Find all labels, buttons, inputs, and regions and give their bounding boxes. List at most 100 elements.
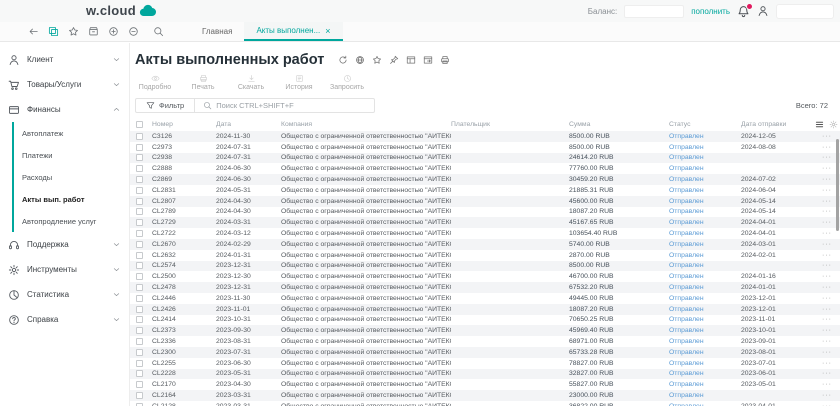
global-search-icon[interactable] [153, 22, 164, 41]
row-checkbox[interactable] [136, 370, 143, 377]
row-checkbox[interactable] [136, 327, 143, 334]
header-date[interactable]: Дата [216, 121, 281, 128]
row-menu-button[interactable]: ··· [815, 262, 840, 269]
vertical-scrollbar-thumb[interactable] [836, 139, 839, 231]
header-payer[interactable]: Плательщик [451, 121, 569, 128]
header-status[interactable]: Статус [669, 121, 741, 128]
header-number[interactable]: Номер [152, 121, 216, 128]
table-row[interactable]: CL23732023-09-30Общество с ограниченной … [130, 325, 840, 336]
row-menu-button[interactable]: ··· [815, 327, 840, 334]
row-checkbox[interactable] [136, 284, 143, 291]
toolbar-button-история[interactable]: История [276, 73, 322, 92]
row-menu-button[interactable]: ··· [815, 360, 840, 367]
printer-icon[interactable] [440, 55, 450, 65]
row-menu-button[interactable]: ··· [815, 381, 840, 388]
table-row[interactable]: C29382024-07-31Общество с ограниченной о… [130, 153, 840, 164]
row-checkbox[interactable] [136, 295, 143, 302]
tab-1[interactable]: Акты выполнен...× [244, 22, 342, 41]
row-menu-button[interactable]: ··· [815, 241, 840, 248]
table-row[interactable]: C31262024-11-30Общество с ограниченной о… [130, 131, 840, 142]
sidebar-item-инструменты[interactable]: Инструменты [0, 257, 129, 282]
sidebar-item-поддержка[interactable]: Поддержка [0, 232, 129, 257]
zoom-in-icon[interactable] [108, 26, 119, 37]
table-row[interactable]: C29732024-07-31Общество с ограниченной о… [130, 142, 840, 153]
tab-0[interactable]: Главная [190, 22, 244, 41]
row-menu-button[interactable]: ··· [815, 338, 840, 345]
zoom-out-icon[interactable] [128, 26, 139, 37]
table-row[interactable]: CL23362023-08-31Общество с ограниченной … [130, 336, 840, 347]
table-icon[interactable] [406, 55, 416, 65]
table-row[interactable]: CL25002023-12-30Общество с ограниченной … [130, 271, 840, 282]
topup-link[interactable]: пополнить [691, 7, 730, 16]
table-settings-gear-icon[interactable] [829, 120, 838, 129]
row-checkbox[interactable] [136, 176, 143, 183]
table-row[interactable]: CL23002023-07-31Общество с ограниченной … [130, 347, 840, 358]
refresh-icon[interactable] [338, 55, 348, 65]
table-row[interactable]: CL27892024-04-30Общество с ограниченной … [130, 207, 840, 218]
row-menu-button[interactable]: ··· [815, 284, 840, 291]
sidebar-subitem-автоплатеж[interactable]: Автоплатеж [14, 122, 129, 144]
row-menu-button[interactable]: ··· [815, 230, 840, 237]
row-checkbox[interactable] [136, 208, 143, 215]
sidebar-item-клиент[interactable]: Клиент [0, 47, 129, 72]
row-checkbox[interactable] [136, 381, 143, 388]
row-menu-button[interactable]: ··· [815, 349, 840, 356]
back-arrow-icon[interactable] [28, 26, 39, 37]
pin-icon[interactable] [389, 55, 399, 65]
star-icon[interactable] [372, 55, 382, 65]
row-checkbox[interactable] [136, 144, 143, 151]
sidebar-subitem-расходы[interactable]: Расходы [14, 166, 129, 188]
header-sent[interactable]: Дата отправки [741, 121, 815, 128]
table-row[interactable]: CL25742023-12-31Общество с ограниченной … [130, 261, 840, 272]
row-checkbox[interactable] [136, 392, 143, 399]
row-checkbox[interactable] [136, 316, 143, 323]
row-checkbox[interactable] [136, 262, 143, 269]
duplicate-tab-icon[interactable] [48, 26, 59, 37]
table-row[interactable]: CL28312024-05-31Общество с ограниченной … [130, 185, 840, 196]
sidebar-item-справка[interactable]: Справка [0, 307, 129, 332]
row-checkbox[interactable] [136, 230, 143, 237]
table-row[interactable]: CL21282023-03-31Общество с ограниченной … [130, 401, 840, 406]
row-menu-button[interactable]: ··· [815, 392, 840, 399]
table-row[interactable]: CL22552023-06-30Общество с ограниченной … [130, 358, 840, 369]
sidebar-subitem-акты-вып-работ[interactable]: Акты вып. работ [14, 188, 129, 210]
row-checkbox[interactable] [136, 338, 143, 345]
row-menu-button[interactable]: ··· [815, 306, 840, 313]
header-sum[interactable]: Сумма [569, 121, 669, 128]
table-search-input[interactable] [216, 101, 366, 110]
sidebar-item-финансы[interactable]: Финансы [0, 97, 129, 122]
table-row[interactable]: CL22282023-05-31Общество с ограниченной … [130, 369, 840, 380]
table-export-icon[interactable] [423, 55, 433, 65]
row-menu-button[interactable]: ··· [815, 316, 840, 323]
table-row[interactable]: C28692024-06-30Общество с ограниченной о… [130, 174, 840, 185]
table-row[interactable]: CL24462023-11-30Общество с ограниченной … [130, 293, 840, 304]
sidebar-subitem-автопродление-услуг[interactable]: Автопродление услуг [14, 210, 129, 232]
balance-value-field[interactable] [624, 5, 684, 18]
table-row[interactable]: CL26702024-02-29Общество с ограниченной … [130, 239, 840, 250]
user-name-field[interactable] [776, 4, 834, 19]
row-checkbox[interactable] [136, 165, 143, 172]
row-checkbox[interactable] [136, 154, 143, 161]
table-row[interactable]: CL21702023-04-30Общество с ограниченной … [130, 379, 840, 390]
table-row[interactable]: CL24262023-11-01Общество с ограниченной … [130, 304, 840, 315]
row-checkbox[interactable] [136, 187, 143, 194]
table-row[interactable]: CL24142023-10-31Общество с ограниченной … [130, 315, 840, 326]
table-row[interactable]: CL24782023-12-31Общество с ограниченной … [130, 282, 840, 293]
toolbar-button-подробно[interactable]: Подробно [132, 73, 178, 92]
table-view-toggle-icon[interactable] [815, 120, 824, 129]
toolbar-button-печать[interactable]: Печать [180, 73, 226, 92]
notifications-bell-icon[interactable] [737, 5, 750, 18]
sidebar-subitem-платежи[interactable]: Платежи [14, 144, 129, 166]
sidebar-item-товары-услуги[interactable]: Товары/Услуги [0, 72, 129, 97]
row-checkbox[interactable] [136, 133, 143, 140]
table-row[interactable]: CL26322024-01-31Общество с ограниченной … [130, 250, 840, 261]
toolbar-button-скачать[interactable]: Скачать [228, 73, 274, 92]
row-checkbox[interactable] [136, 241, 143, 248]
table-row[interactable]: CL28072024-04-30Общество с ограниченной … [130, 196, 840, 207]
table-row[interactable]: C28882024-06-30Общество с ограниченной о… [130, 163, 840, 174]
sidebar-item-статистика[interactable]: Статистика [0, 282, 129, 307]
row-menu-button[interactable]: ··· [815, 252, 840, 259]
toolbar-button-запросить[interactable]: Запросить [324, 73, 370, 92]
select-all-checkbox[interactable] [136, 121, 143, 128]
user-icon[interactable] [757, 5, 769, 17]
